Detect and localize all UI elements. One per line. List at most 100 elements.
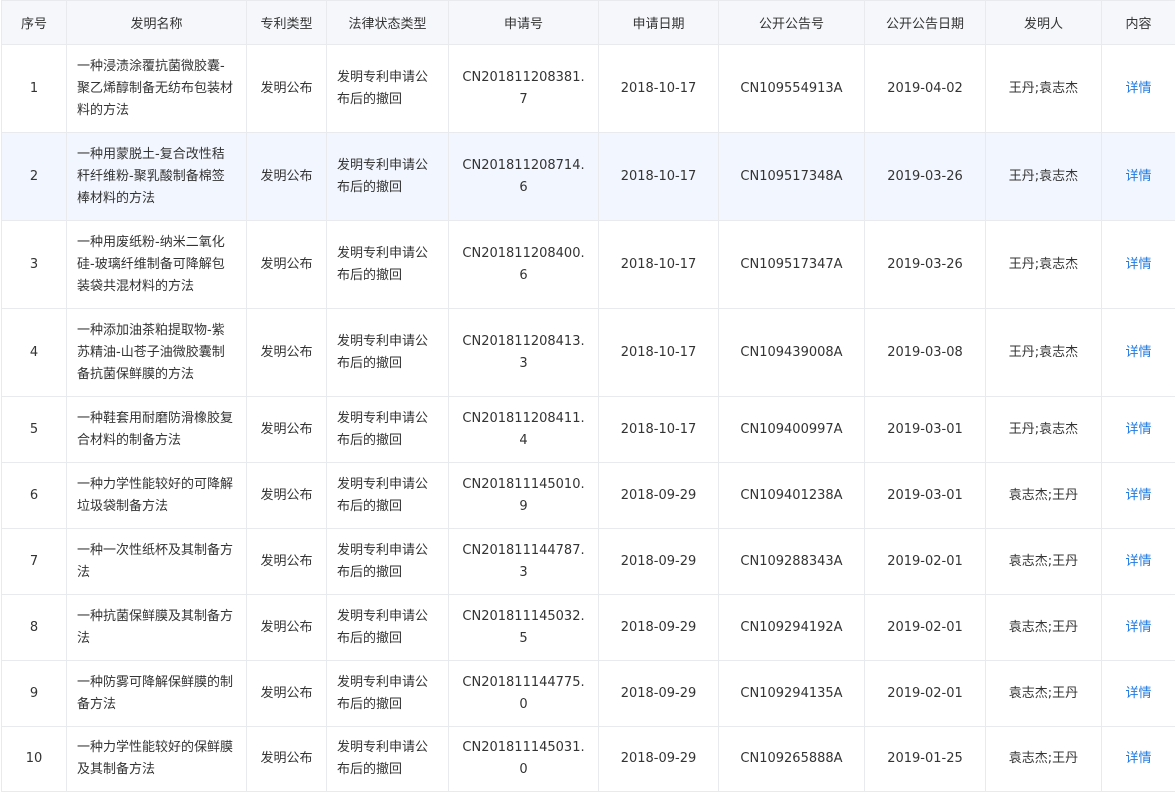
cell-app-no: CN201811208381.7	[448, 44, 599, 133]
detail-link[interactable]: 详情	[1125, 620, 1151, 635]
cell-index: 5	[1, 396, 67, 463]
cell-pub-no: CN109554913A	[718, 44, 865, 133]
cell-status: 发明专利申请公布后的撤回	[326, 132, 449, 221]
cell-pub-no: CN109401238A	[718, 462, 865, 529]
cell-index: 1	[1, 44, 67, 133]
cell-type: 发明公布	[246, 594, 327, 661]
table-row: 7 一种一次性纸杯及其制备方法 发明公布 发明专利申请公布后的撤回 CN2018…	[1, 528, 1175, 595]
table-row: 4 一种添加油茶粕提取物-紫苏精油-山苍子油微胶囊制备抗菌保鲜膜的方法 发明公布…	[1, 308, 1175, 397]
cell-content: 详情	[1101, 660, 1175, 727]
cell-inventor: 王丹;袁志杰	[985, 220, 1102, 309]
cell-inventor: 袁志杰;王丹	[985, 660, 1102, 727]
cell-inventor: 袁志杰;王丹	[985, 462, 1102, 529]
cell-app-date: 2018-10-17	[598, 308, 719, 397]
cell-inventor: 袁志杰;王丹	[985, 726, 1102, 792]
cell-name: 一种力学性能较好的保鲜膜及其制备方法	[66, 726, 247, 792]
cell-name: 一种用蒙脱土-复合改性秸秆纤维粉-聚乳酸制备棉签棒材料的方法	[66, 132, 247, 221]
cell-name: 一种添加油茶粕提取物-紫苏精油-山苍子油微胶囊制备抗菌保鲜膜的方法	[66, 308, 247, 397]
detail-link[interactable]: 详情	[1125, 81, 1151, 96]
header-pub-no: 公开公告号	[718, 0, 865, 45]
cell-status: 发明专利申请公布后的撤回	[326, 660, 449, 727]
cell-pub-no: CN109439008A	[718, 308, 865, 397]
table-header-row: 序号 发明名称 专利类型 法律状态类型 申请号 申请日期 公开公告号 公开公告日…	[1, 0, 1175, 45]
cell-name: 一种一次性纸杯及其制备方法	[66, 528, 247, 595]
table-row: 5 一种鞋套用耐磨防滑橡胶复合材料的制备方法 发明公布 发明专利申请公布后的撤回…	[1, 396, 1175, 463]
cell-type: 发明公布	[246, 660, 327, 727]
detail-link[interactable]: 详情	[1125, 554, 1151, 569]
header-content: 内容	[1101, 0, 1175, 45]
cell-pub-date: 2019-03-01	[864, 396, 986, 463]
header-index: 序号	[1, 0, 67, 45]
table-row: 6 一种力学性能较好的可降解垃圾袋制备方法 发明公布 发明专利申请公布后的撤回 …	[1, 462, 1175, 529]
cell-app-date: 2018-10-17	[598, 132, 719, 221]
cell-app-no: CN201811208413.3	[448, 308, 599, 397]
cell-status: 发明专利申请公布后的撤回	[326, 726, 449, 792]
cell-type: 发明公布	[246, 462, 327, 529]
detail-link[interactable]: 详情	[1125, 169, 1151, 184]
cell-pub-no: CN109265888A	[718, 726, 865, 792]
cell-type: 发明公布	[246, 528, 327, 595]
cell-content: 详情	[1101, 726, 1175, 792]
cell-pub-date: 2019-02-01	[864, 528, 986, 595]
cell-name: 一种力学性能较好的可降解垃圾袋制备方法	[66, 462, 247, 529]
table-row: 3 一种用废纸粉-纳米二氧化硅-玻璃纤维制备可降解包装袋共混材料的方法 发明公布…	[1, 220, 1175, 309]
detail-link[interactable]: 详情	[1125, 257, 1151, 272]
cell-app-no: CN201811145031.0	[448, 726, 599, 792]
header-pub-date: 公开公告日期	[864, 0, 986, 45]
cell-status: 发明专利申请公布后的撤回	[326, 396, 449, 463]
detail-link[interactable]: 详情	[1125, 345, 1151, 360]
cell-content: 详情	[1101, 396, 1175, 463]
cell-index: 9	[1, 660, 67, 727]
table-row: 10 一种力学性能较好的保鲜膜及其制备方法 发明公布 发明专利申请公布后的撤回 …	[1, 726, 1175, 792]
cell-inventor: 王丹;袁志杰	[985, 308, 1102, 397]
detail-link[interactable]: 详情	[1125, 686, 1151, 701]
header-name: 发明名称	[66, 0, 247, 45]
cell-content: 详情	[1101, 220, 1175, 309]
cell-status: 发明专利申请公布后的撤回	[326, 462, 449, 529]
detail-link[interactable]: 详情	[1125, 751, 1151, 766]
table-row: 8 一种抗菌保鲜膜及其制备方法 发明公布 发明专利申请公布后的撤回 CN2018…	[1, 594, 1175, 661]
table-row: 2 一种用蒙脱土-复合改性秸秆纤维粉-聚乳酸制备棉签棒材料的方法 发明公布 发明…	[1, 132, 1175, 221]
cell-pub-date: 2019-03-26	[864, 132, 986, 221]
cell-index: 6	[1, 462, 67, 529]
cell-inventor: 袁志杰;王丹	[985, 528, 1102, 595]
cell-app-date: 2018-09-29	[598, 528, 719, 595]
cell-app-no: CN201811208714.6	[448, 132, 599, 221]
detail-link[interactable]: 详情	[1125, 488, 1151, 503]
cell-type: 发明公布	[246, 132, 327, 221]
cell-pub-no: CN109517348A	[718, 132, 865, 221]
cell-app-date: 2018-10-17	[598, 396, 719, 463]
cell-index: 8	[1, 594, 67, 661]
cell-inventor: 袁志杰;王丹	[985, 594, 1102, 661]
cell-app-no: CN201811144775.0	[448, 660, 599, 727]
cell-content: 详情	[1101, 462, 1175, 529]
cell-index: 7	[1, 528, 67, 595]
cell-pub-no: CN109288343A	[718, 528, 865, 595]
cell-type: 发明公布	[246, 396, 327, 463]
cell-pub-date: 2019-03-01	[864, 462, 986, 529]
cell-app-date: 2018-09-29	[598, 462, 719, 529]
table-row: 9 一种防雾可降解保鲜膜的制备方法 发明公布 发明专利申请公布后的撤回 CN20…	[1, 660, 1175, 727]
cell-pub-no: CN109294135A	[718, 660, 865, 727]
cell-app-no: CN201811145010.9	[448, 462, 599, 529]
header-status: 法律状态类型	[326, 0, 449, 45]
patent-table: 序号 发明名称 专利类型 法律状态类型 申请号 申请日期 公开公告号 公开公告日…	[1, 0, 1175, 792]
cell-name: 一种用废纸粉-纳米二氧化硅-玻璃纤维制备可降解包装袋共混材料的方法	[66, 220, 247, 309]
cell-content: 详情	[1101, 132, 1175, 221]
cell-app-no: CN201811208400.6	[448, 220, 599, 309]
detail-link[interactable]: 详情	[1125, 422, 1151, 437]
cell-pub-date: 2019-01-25	[864, 726, 986, 792]
cell-app-no: CN201811145032.5	[448, 594, 599, 661]
cell-type: 发明公布	[246, 726, 327, 792]
cell-type: 发明公布	[246, 44, 327, 133]
cell-name: 一种鞋套用耐磨防滑橡胶复合材料的制备方法	[66, 396, 247, 463]
cell-content: 详情	[1101, 308, 1175, 397]
cell-pub-date: 2019-04-02	[864, 44, 986, 133]
cell-content: 详情	[1101, 528, 1175, 595]
cell-inventor: 王丹;袁志杰	[985, 44, 1102, 133]
cell-pub-no: CN109517347A	[718, 220, 865, 309]
cell-status: 发明专利申请公布后的撤回	[326, 44, 449, 133]
cell-status: 发明专利申请公布后的撤回	[326, 220, 449, 309]
cell-pub-no: CN109400997A	[718, 396, 865, 463]
cell-content: 详情	[1101, 44, 1175, 133]
